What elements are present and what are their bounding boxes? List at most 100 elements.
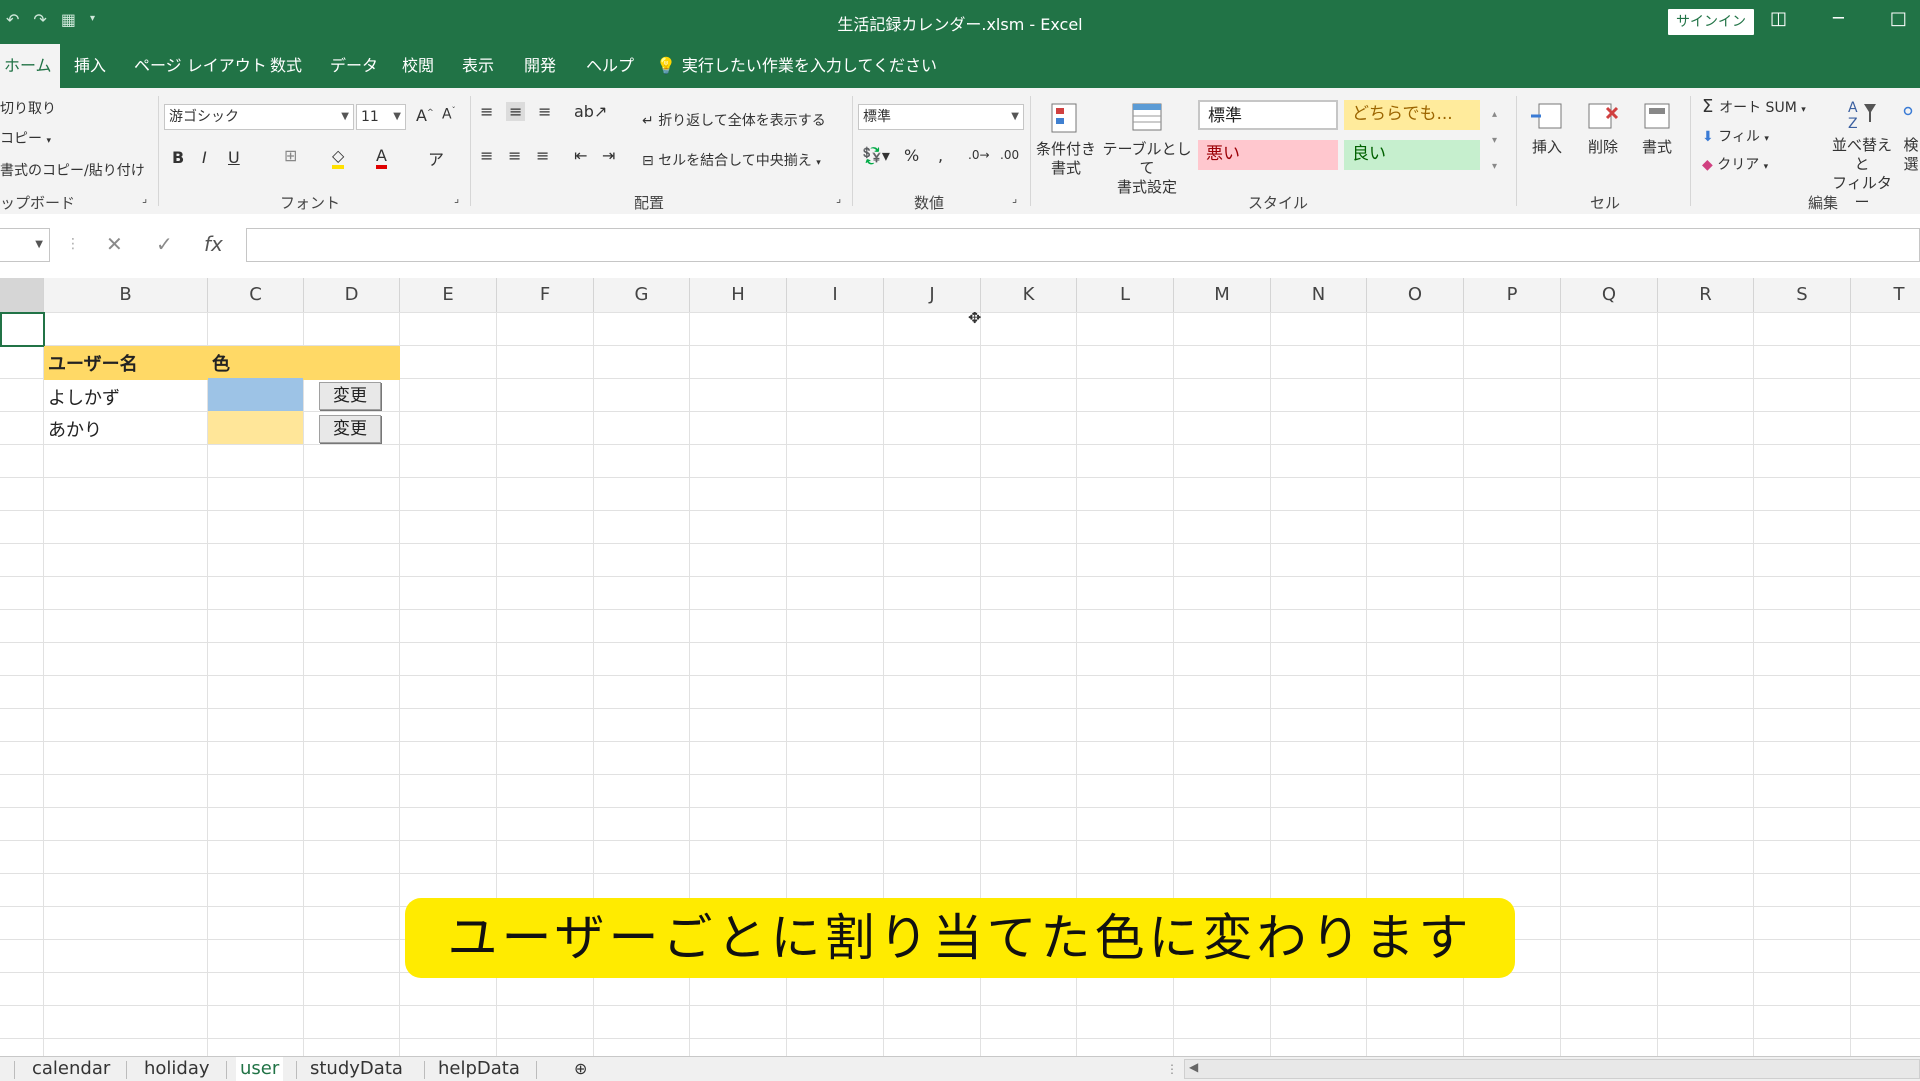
column-header[interactable]: E — [400, 278, 497, 312]
column-header[interactable]: P — [1464, 278, 1561, 312]
user-name-cell[interactable]: よしかず — [48, 384, 120, 410]
add-sheet-icon[interactable]: ⊕ — [570, 1057, 591, 1081]
column-header[interactable]: F — [497, 278, 594, 312]
tab-help[interactable]: ヘルプ — [582, 44, 638, 88]
borders-icon[interactable]: ⊞ — [284, 146, 297, 165]
change-color-button[interactable]: 変更 — [319, 382, 381, 410]
sheet-tab-helpdata[interactable]: helpData — [434, 1057, 524, 1081]
format-painter-button[interactable]: 書式のコピー/貼り付け — [0, 160, 145, 180]
enter-icon[interactable]: ✓ — [156, 232, 173, 256]
column-header[interactable]: K — [981, 278, 1077, 312]
name-box[interactable]: ▼ — [0, 228, 50, 262]
style-good[interactable]: 良い — [1344, 140, 1480, 170]
column-header[interactable]: I — [787, 278, 884, 312]
font-color-icon[interactable]: A — [376, 146, 387, 169]
align-middle-icon[interactable]: ≡ — [506, 102, 526, 121]
user-color-swatch[interactable] — [208, 411, 303, 444]
clipboard-launcher-icon[interactable]: ⌟ — [142, 192, 147, 205]
font-size-combo[interactable]: 11 ▼ — [356, 104, 406, 130]
decrease-font-icon[interactable]: Aˇ — [442, 106, 456, 123]
scroll-handle-icon[interactable]: ⋮ — [1162, 1057, 1182, 1081]
column-header[interactable]: S — [1754, 278, 1851, 312]
tab-home[interactable]: ホーム — [0, 44, 60, 88]
tab-insert[interactable]: 挿入 — [70, 44, 110, 88]
underline-icon[interactable]: U — [228, 148, 240, 167]
align-bottom-icon[interactable]: ≡ — [538, 102, 551, 121]
merge-center-button[interactable]: ⊟ セルを結合して中央揃え ▾ — [642, 150, 821, 170]
phonetic-icon[interactable]: ア — [428, 146, 444, 170]
user-color-swatch[interactable] — [208, 378, 303, 411]
column-header[interactable]: G — [594, 278, 690, 312]
wrap-text-button[interactable]: ↵ 折り返して全体を表示する — [642, 110, 826, 130]
drag-handle-icon[interactable]: ⋮ — [66, 236, 80, 252]
copy-button[interactable]: コピー ▾ — [0, 128, 51, 148]
increase-decimal-icon[interactable]: .0→ — [968, 148, 990, 162]
percent-icon[interactable]: % — [904, 146, 919, 165]
column-header[interactable]: B — [44, 278, 208, 312]
decrease-indent-icon[interactable]: ⇤ — [574, 146, 587, 165]
cancel-icon[interactable]: ✕ — [106, 232, 123, 256]
change-color-button[interactable]: 変更 — [319, 415, 381, 443]
format-as-table-button[interactable]: テーブルとして 書式設定 — [1102, 100, 1192, 197]
user-name-header[interactable]: ユーザー名 — [48, 350, 138, 376]
sheet-tab-user[interactable]: user — [236, 1057, 284, 1081]
maximize-icon[interactable]: □ — [1890, 8, 1907, 29]
tab-view[interactable]: 表示 — [458, 44, 498, 88]
color-header[interactable]: 色 — [212, 350, 230, 376]
increase-indent-icon[interactable]: ⇥ — [602, 146, 615, 165]
style-bad[interactable]: 悪い — [1198, 140, 1338, 170]
column-header[interactable]: O — [1367, 278, 1464, 312]
tab-review[interactable]: 校閲 — [398, 44, 438, 88]
style-normal[interactable]: 標準 — [1198, 100, 1338, 130]
autosum-button[interactable]: Σ オート SUM ▾ — [1702, 96, 1806, 117]
sheet-tab-studydata[interactable]: studyData — [306, 1057, 407, 1081]
fill-button[interactable]: ⬇ フィル ▾ — [1702, 126, 1769, 146]
conditional-format-button[interactable]: 条件付き 書式 — [1034, 100, 1098, 178]
tab-developer[interactable]: 開発 — [520, 44, 560, 88]
formula-input[interactable] — [246, 228, 1920, 262]
style-neutral[interactable]: どちらでも... — [1344, 100, 1480, 130]
sheet-tab-calendar[interactable]: calendar — [28, 1057, 114, 1081]
cut-button[interactable]: 切り取り — [0, 98, 56, 118]
delete-cells-button[interactable]: 削除 — [1578, 98, 1628, 157]
user-name-cell[interactable]: あかり — [48, 416, 102, 442]
sheet-tab-holiday[interactable]: holiday — [140, 1057, 214, 1081]
align-left-icon[interactable]: ≡ — [480, 146, 493, 165]
font-launcher-icon[interactable]: ⌟ — [454, 192, 459, 205]
find-select-button[interactable]: 検 選 — [1902, 96, 1920, 174]
column-header[interactable]: M — [1174, 278, 1271, 312]
align-top-icon[interactable]: ≡ — [480, 102, 493, 121]
bold-icon[interactable]: B — [172, 148, 184, 167]
italic-icon[interactable]: I — [202, 148, 207, 167]
column-header[interactable]: H — [690, 278, 787, 312]
column-header[interactable]: C — [208, 278, 304, 312]
column-header[interactable]: L — [1077, 278, 1174, 312]
orientation-icon[interactable]: ab↗ — [574, 102, 607, 121]
number-format-combo[interactable]: 標準 ▼ — [858, 104, 1024, 130]
comma-icon[interactable]: , — [938, 146, 943, 165]
align-center-icon[interactable]: ≡ — [508, 146, 521, 165]
selected-cell[interactable] — [0, 312, 45, 347]
tab-formulas[interactable]: 数式 — [266, 44, 306, 88]
column-header[interactable]: R — [1658, 278, 1754, 312]
alignment-launcher-icon[interactable]: ⌟ — [836, 192, 841, 205]
column-header-a[interactable] — [0, 278, 44, 312]
horizontal-scrollbar[interactable]: ◀ — [1184, 1059, 1920, 1079]
format-cells-button[interactable]: 書式 — [1632, 98, 1682, 157]
tab-page-layout[interactable]: ページ レイアウト — [130, 44, 271, 88]
align-right-icon[interactable]: ≡ — [536, 146, 549, 165]
currency-icon[interactable]: 💱▾ — [862, 146, 890, 165]
decrease-decimal-icon[interactable]: .00 — [1000, 148, 1019, 162]
insert-function-icon[interactable]: fx — [204, 232, 223, 256]
signin-button[interactable]: サインイン — [1668, 9, 1754, 35]
insert-cells-button[interactable]: 挿入 — [1522, 98, 1572, 157]
fill-color-icon[interactable]: ◇ — [332, 146, 345, 169]
minimize-icon[interactable]: ─ — [1833, 8, 1844, 29]
styles-scroll-icon[interactable]: ▴ ▾ ▾ — [1492, 102, 1497, 180]
column-header[interactable]: Q — [1561, 278, 1658, 312]
column-header[interactable]: T — [1851, 278, 1920, 312]
scroll-left-icon[interactable]: ◀ — [1189, 1060, 1198, 1074]
clear-button[interactable]: ◆ クリア ▾ — [1702, 154, 1768, 174]
ribbon-display-options-icon[interactable]: ◫ — [1770, 8, 1787, 29]
column-header[interactable]: J — [884, 278, 981, 312]
